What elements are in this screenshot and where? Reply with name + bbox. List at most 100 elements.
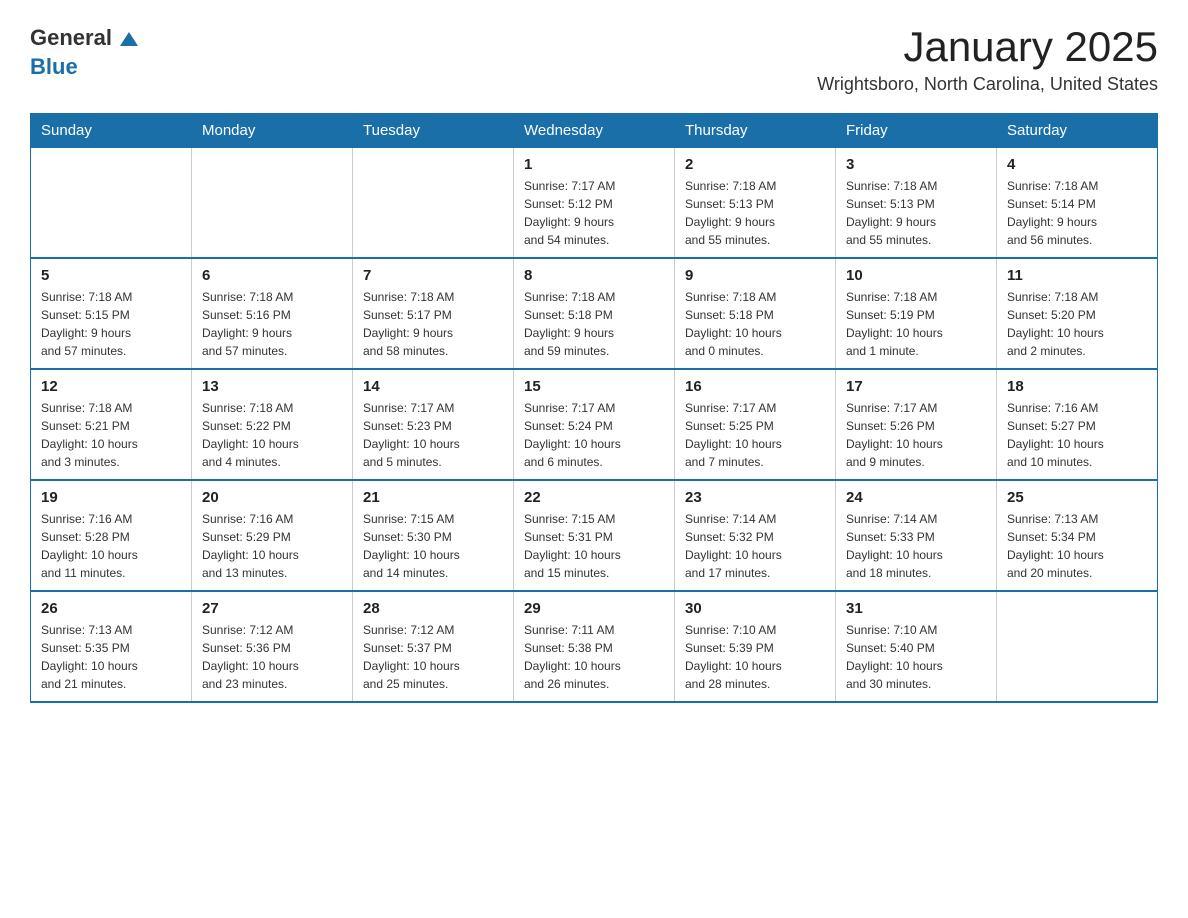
day-info: Sunrise: 7:17 AM Sunset: 5:12 PM Dayligh… xyxy=(524,177,664,249)
day-cell: 15 Sunrise: 7:17 AM Sunset: 5:24 PM Dayli… xyxy=(514,369,675,480)
logo-blue: Blue xyxy=(30,54,78,79)
title-area: January 2025 Wrightsboro, North Carolina… xyxy=(817,24,1158,95)
day-info: Sunrise: 7:14 AM Sunset: 5:33 PM Dayligh… xyxy=(846,510,986,582)
day-info: Sunrise: 7:15 AM Sunset: 5:30 PM Dayligh… xyxy=(363,510,503,582)
col-monday: Monday xyxy=(192,114,353,148)
logo-general: General xyxy=(30,25,112,50)
calendar-table: Sunday Monday Tuesday Wednesday Thursday… xyxy=(30,113,1158,703)
day-number: 17 xyxy=(846,378,986,395)
day-number: 26 xyxy=(41,600,181,617)
day-info: Sunrise: 7:17 AM Sunset: 5:24 PM Dayligh… xyxy=(524,399,664,471)
day-cell: 5 Sunrise: 7:18 AM Sunset: 5:15 PM Daylig… xyxy=(31,258,192,369)
calendar-title: January 2025 xyxy=(817,24,1158,70)
day-number: 20 xyxy=(202,489,342,506)
day-cell: 11 Sunrise: 7:18 AM Sunset: 5:20 PM Dayli… xyxy=(997,258,1158,369)
day-cell: 26 Sunrise: 7:13 AM Sunset: 5:35 PM Dayli… xyxy=(31,591,192,702)
day-number: 21 xyxy=(363,489,503,506)
day-info: Sunrise: 7:18 AM Sunset: 5:18 PM Dayligh… xyxy=(685,288,825,360)
day-info: Sunrise: 7:18 AM Sunset: 5:17 PM Dayligh… xyxy=(363,288,503,360)
day-info: Sunrise: 7:16 AM Sunset: 5:28 PM Dayligh… xyxy=(41,510,181,582)
day-info: Sunrise: 7:12 AM Sunset: 5:37 PM Dayligh… xyxy=(363,621,503,693)
day-info: Sunrise: 7:11 AM Sunset: 5:38 PM Dayligh… xyxy=(524,621,664,693)
day-number: 23 xyxy=(685,489,825,506)
day-info: Sunrise: 7:18 AM Sunset: 5:20 PM Dayligh… xyxy=(1007,288,1147,360)
day-cell xyxy=(31,148,192,259)
day-number: 12 xyxy=(41,378,181,395)
day-number: 3 xyxy=(846,156,986,173)
day-cell: 2Sunrise: 7:18 AM Sunset: 5:13 PM Daylig… xyxy=(675,148,836,259)
day-info: Sunrise: 7:16 AM Sunset: 5:29 PM Dayligh… xyxy=(202,510,342,582)
day-cell: 16Sunrise: 7:17 AM Sunset: 5:25 PM Dayli… xyxy=(675,369,836,480)
logo: General Blue xyxy=(30,24,140,81)
col-friday: Friday xyxy=(836,114,997,148)
week-row-4: 19Sunrise: 7:16 AM Sunset: 5:28 PM Dayli… xyxy=(31,480,1158,591)
day-info: Sunrise: 7:18 AM Sunset: 5:15 PM Dayligh… xyxy=(41,288,181,360)
week-row-3: 12 Sunrise: 7:18 AM Sunset: 5:21 PM Dayli… xyxy=(31,369,1158,480)
day-number: 25 xyxy=(1007,489,1147,506)
day-cell: 23 Sunrise: 7:14 AM Sunset: 5:32 PM Dayli… xyxy=(675,480,836,591)
day-number: 24 xyxy=(846,489,986,506)
day-info: Sunrise: 7:18 AM Sunset: 5:13 PM Dayligh… xyxy=(846,177,986,249)
day-cell: 12 Sunrise: 7:18 AM Sunset: 5:21 PM Dayli… xyxy=(31,369,192,480)
day-info: Sunrise: 7:18 AM Sunset: 5:21 PM Dayligh… xyxy=(41,399,181,471)
day-cell: 9 Sunrise: 7:18 AM Sunset: 5:18 PM Daylig… xyxy=(675,258,836,369)
day-cell: 30Sunrise: 7:10 AM Sunset: 5:39 PM Dayli… xyxy=(675,591,836,702)
week-row-5: 26 Sunrise: 7:13 AM Sunset: 5:35 PM Dayli… xyxy=(31,591,1158,702)
day-cell: 22Sunrise: 7:15 AM Sunset: 5:31 PM Dayli… xyxy=(514,480,675,591)
day-number: 8 xyxy=(524,267,664,284)
day-cell: 10 Sunrise: 7:18 AM Sunset: 5:19 PM Dayli… xyxy=(836,258,997,369)
day-cell: 3 Sunrise: 7:18 AM Sunset: 5:13 PM Daylig… xyxy=(836,148,997,259)
day-cell xyxy=(192,148,353,259)
day-cell: 4Sunrise: 7:18 AM Sunset: 5:14 PM Daylig… xyxy=(997,148,1158,259)
week-row-1: 1 Sunrise: 7:17 AM Sunset: 5:12 PM Daylig… xyxy=(31,148,1158,259)
day-info: Sunrise: 7:14 AM Sunset: 5:32 PM Dayligh… xyxy=(685,510,825,582)
day-number: 27 xyxy=(202,600,342,617)
day-number: 10 xyxy=(846,267,986,284)
day-cell: 20 Sunrise: 7:16 AM Sunset: 5:29 PM Dayli… xyxy=(192,480,353,591)
day-info: Sunrise: 7:18 AM Sunset: 5:18 PM Dayligh… xyxy=(524,288,664,360)
day-number: 28 xyxy=(363,600,503,617)
day-cell: 21 Sunrise: 7:15 AM Sunset: 5:30 PM Dayli… xyxy=(353,480,514,591)
day-number: 14 xyxy=(363,378,503,395)
day-info: Sunrise: 7:13 AM Sunset: 5:35 PM Dayligh… xyxy=(41,621,181,693)
day-number: 18 xyxy=(1007,378,1147,395)
header-row: Sunday Monday Tuesday Wednesday Thursday… xyxy=(31,114,1158,148)
col-tuesday: Tuesday xyxy=(353,114,514,148)
day-cell: 6Sunrise: 7:18 AM Sunset: 5:16 PM Daylig… xyxy=(192,258,353,369)
day-cell: 8 Sunrise: 7:18 AM Sunset: 5:18 PM Daylig… xyxy=(514,258,675,369)
day-number: 4 xyxy=(1007,156,1147,173)
day-info: Sunrise: 7:18 AM Sunset: 5:13 PM Dayligh… xyxy=(685,177,825,249)
day-cell: 27 Sunrise: 7:12 AM Sunset: 5:36 PM Dayli… xyxy=(192,591,353,702)
calendar-subtitle: Wrightsboro, North Carolina, United Stat… xyxy=(817,74,1158,95)
day-number: 7 xyxy=(363,267,503,284)
day-cell xyxy=(353,148,514,259)
day-info: Sunrise: 7:12 AM Sunset: 5:36 PM Dayligh… xyxy=(202,621,342,693)
col-thursday: Thursday xyxy=(675,114,836,148)
header: General Blue January 2025 Wrightsboro, N… xyxy=(30,24,1158,95)
day-info: Sunrise: 7:10 AM Sunset: 5:40 PM Dayligh… xyxy=(846,621,986,693)
calendar-body: 1 Sunrise: 7:17 AM Sunset: 5:12 PM Daylig… xyxy=(31,148,1158,703)
day-cell: 17 Sunrise: 7:17 AM Sunset: 5:26 PM Dayli… xyxy=(836,369,997,480)
col-saturday: Saturday xyxy=(997,114,1158,148)
day-number: 29 xyxy=(524,600,664,617)
day-number: 11 xyxy=(1007,267,1147,284)
day-info: Sunrise: 7:18 AM Sunset: 5:19 PM Dayligh… xyxy=(846,288,986,360)
day-cell: 24 Sunrise: 7:14 AM Sunset: 5:33 PM Dayli… xyxy=(836,480,997,591)
day-cell: 7 Sunrise: 7:18 AM Sunset: 5:17 PM Daylig… xyxy=(353,258,514,369)
day-cell: 13Sunrise: 7:18 AM Sunset: 5:22 PM Dayli… xyxy=(192,369,353,480)
day-info: Sunrise: 7:13 AM Sunset: 5:34 PM Dayligh… xyxy=(1007,510,1147,582)
day-info: Sunrise: 7:16 AM Sunset: 5:27 PM Dayligh… xyxy=(1007,399,1147,471)
day-number: 13 xyxy=(202,378,342,395)
day-number: 9 xyxy=(685,267,825,284)
day-number: 15 xyxy=(524,378,664,395)
day-info: Sunrise: 7:17 AM Sunset: 5:26 PM Dayligh… xyxy=(846,399,986,471)
day-cell xyxy=(997,591,1158,702)
day-number: 5 xyxy=(41,267,181,284)
calendar-header: Sunday Monday Tuesday Wednesday Thursday… xyxy=(31,114,1158,148)
day-cell: 28 Sunrise: 7:12 AM Sunset: 5:37 PM Dayli… xyxy=(353,591,514,702)
day-cell: 19Sunrise: 7:16 AM Sunset: 5:28 PM Dayli… xyxy=(31,480,192,591)
day-info: Sunrise: 7:17 AM Sunset: 5:25 PM Dayligh… xyxy=(685,399,825,471)
col-sunday: Sunday xyxy=(31,114,192,148)
day-cell: 18 Sunrise: 7:16 AM Sunset: 5:27 PM Dayli… xyxy=(997,369,1158,480)
day-number: 1 xyxy=(524,156,664,173)
